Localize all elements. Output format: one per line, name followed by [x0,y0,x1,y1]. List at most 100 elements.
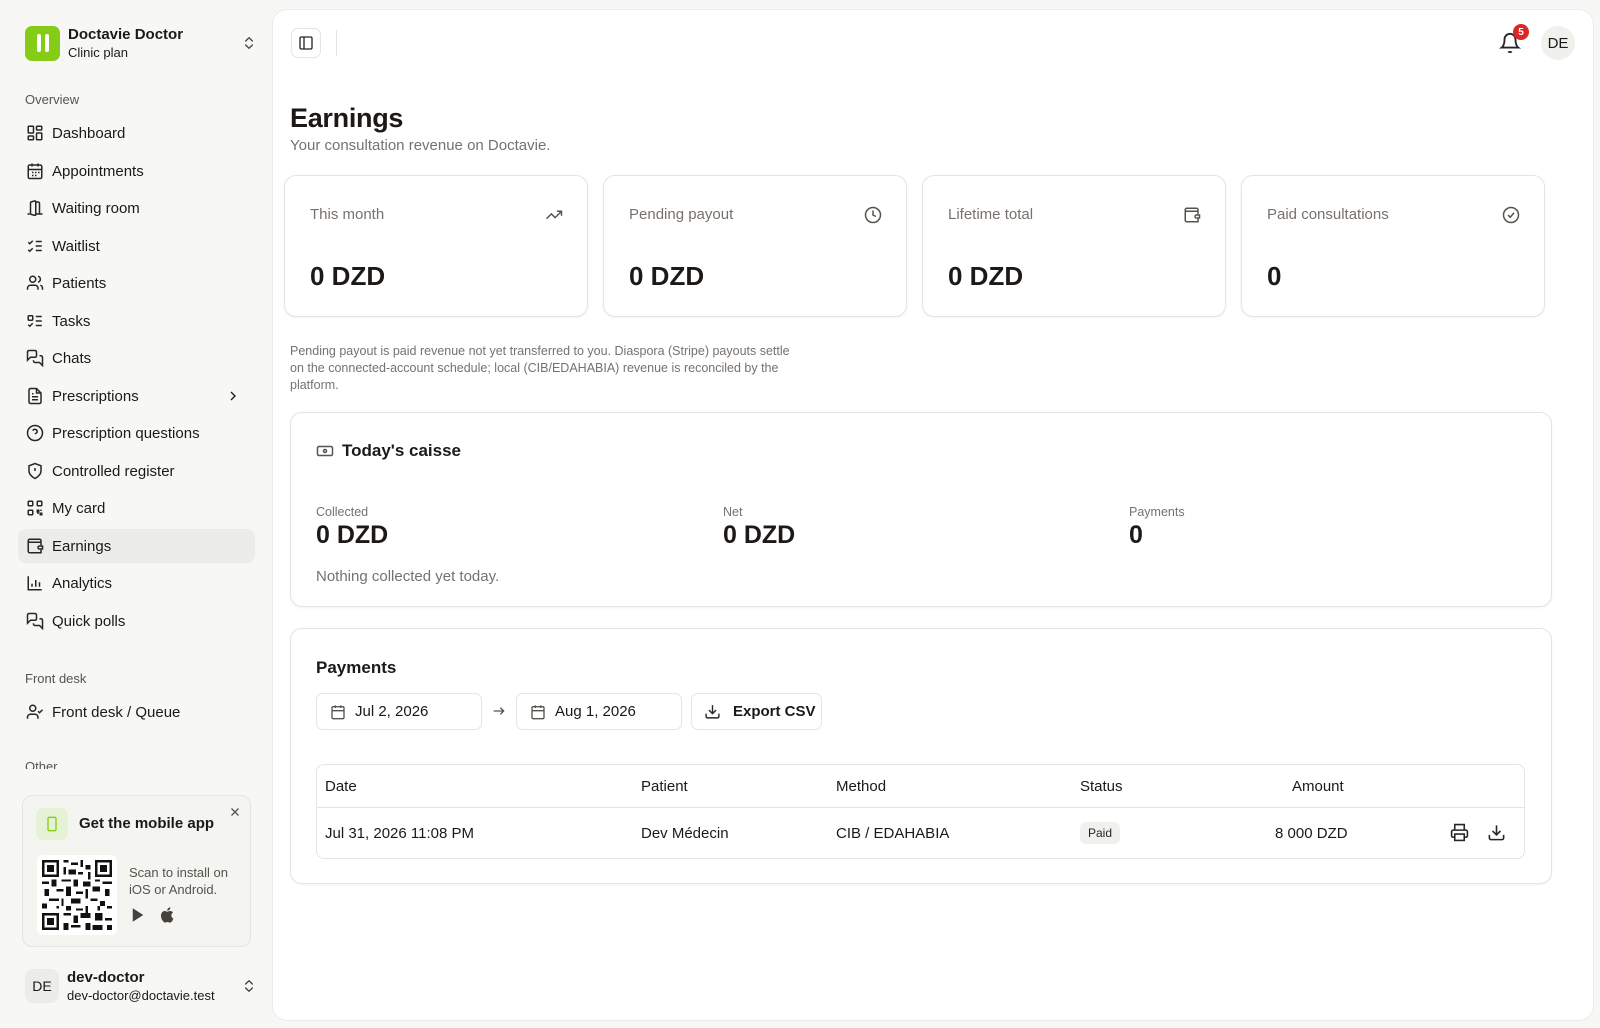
sidebar-toggle-button[interactable] [291,28,321,58]
column-header-date[interactable]: Date [325,765,357,807]
sidebar-item-label: Prescription questions [52,424,200,442]
sidebar-item-analytics[interactable]: Analytics [18,566,255,600]
sidebar-item-tasks[interactable]: Tasks [18,304,255,338]
sidebar-item-front-desk-queue[interactable]: Front desk / Queue [18,695,255,729]
org-name: Doctavie Doctor [68,25,184,43]
payments-title: Payments [316,658,397,677]
sidebar-item-controlled-register[interactable]: Controlled register [18,454,255,488]
stat-card-pending-payout: Pending payout 0 DZD [603,175,907,317]
payments-table: Date Patient Method Status Amount Jul 31… [316,764,1525,859]
sidebar-item-dashboard[interactable]: Dashboard [18,116,255,150]
sidebar-item-waiting-room[interactable]: Waiting room [18,191,255,225]
nav-group-front-desk: Front desk [25,671,87,686]
metric-label: Net [723,505,743,519]
sidebar-item-label: Chats [52,349,92,367]
trending-up-icon [545,206,563,224]
nav-group-other: Other [25,760,58,769]
sidebar-item-prescriptions[interactable]: Prescriptions [18,379,255,413]
sidebar-item-my-card[interactable]: My card [18,491,255,525]
stat-value: 0 DZD [948,261,1024,291]
banknote-icon [316,442,334,460]
sidebar-item-label: My card [52,499,106,517]
mobile-app-card: Get the mobile app Scan to install on iO… [22,795,251,947]
column-header-status[interactable]: Status [1080,765,1123,807]
download-icon [704,703,721,720]
messages-icon [26,349,44,367]
calendar-icon [330,704,346,720]
stat-value: 0 DZD [629,261,705,291]
stat-label: This month [310,206,385,223]
smartphone-icon [36,808,68,840]
stat-label: Pending payout [629,206,734,223]
chevrons-up-down-icon [241,978,257,994]
metric-label: Collected [316,505,369,519]
door-icon [26,199,44,217]
avatar[interactable]: DE [1541,26,1575,60]
metric-value: 0 [1129,521,1143,549]
payment-date: Jul 31, 2026 11:08 PM [325,824,474,842]
sidebar-item-label: Dashboard [52,124,126,142]
date-from-value: Jul 2, 2026 [355,703,429,720]
sidebar-item-quick-polls[interactable]: Quick polls [18,604,255,638]
org-logo [25,25,60,61]
user-menu[interactable]: DE dev-doctor dev-doctor@doctavie.test [25,966,257,1006]
printer-icon[interactable] [1450,823,1469,842]
sidebar-item-label: Appointments [52,162,144,180]
metric-net: Net 0 DZD [723,505,795,550]
notification-badge: 5 [1513,24,1529,40]
stat-value: 0 DZD [310,261,386,291]
chevrons-up-down-icon [241,35,257,51]
sidebar-item-label: Controlled register [52,462,175,480]
stat-card-paid-consultations: Paid consultations 0 [1241,175,1545,317]
sidebar-item-appointments[interactable]: Appointments [18,154,255,188]
chevron-right-icon [225,388,241,404]
panel-left-icon [298,35,314,51]
export-csv-button[interactable]: Export CSV [691,693,822,730]
apple-icon[interactable] [159,906,177,924]
page-title: Earnings [290,103,404,133]
caisse-empty-text: Nothing collected yet today. [316,568,500,585]
sidebar-item-earnings[interactable]: Earnings [18,529,255,563]
sidebar-item-prescription-questions[interactable]: Prescription questions [18,416,255,450]
column-header-amount[interactable]: Amount [1292,765,1344,807]
dashboard-icon [26,124,44,142]
google-play-icon[interactable] [129,906,147,924]
stat-label: Lifetime total [948,206,1034,223]
download-icon[interactable] [1487,823,1506,842]
shield-alert-icon [26,462,44,480]
stat-card-lifetime-total: Lifetime total 0 DZD [922,175,1226,317]
topbar-divider [336,30,337,56]
payment-status-cell: Paid [1080,808,1121,858]
clock-icon [864,206,882,224]
column-header-method[interactable]: Method [836,765,886,807]
close-icon[interactable] [228,805,242,819]
org-switcher[interactable]: Doctavie Doctor Clinic plan [25,25,257,61]
sidebar-item-waitlist[interactable]: Waitlist [18,229,255,263]
org-plan: Clinic plan [68,44,128,60]
date-from-picker[interactable]: Jul 2, 2026 [316,693,482,730]
mobile-app-title: Get the mobile app [79,815,215,832]
column-header-patient[interactable]: Patient [641,765,688,807]
sidebar-item-label: Patients [52,274,107,292]
stat-card-this-month: This month 0 DZD [284,175,588,317]
user-email: dev-doctor@doctavie.test [67,987,215,1003]
date-to-value: Aug 1, 2026 [555,703,636,720]
table-header: Date Patient Method Status Amount [317,765,1524,808]
table-row: Jul 31, 2026 11:08 PM Dev Médecin CIB / … [317,808,1524,858]
wallet-icon [1183,206,1201,224]
sidebar-item-chats[interactable]: Chats [18,341,255,375]
status-badge: Paid [1080,822,1121,844]
caisse-title: Today's caisse [342,441,462,460]
help-circle-icon [26,424,44,442]
list-checks-icon [26,237,44,255]
date-to-picker[interactable]: Aug 1, 2026 [516,693,682,730]
file-text-icon [26,387,44,405]
sidebar-item-label: Front desk / Queue [52,703,181,721]
qr-code-image [37,855,117,935]
sidebar-item-patients[interactable]: Patients [18,266,255,300]
sidebar-item-label: Waitlist [52,237,100,255]
list-todo-icon [26,312,44,330]
payout-note: Pending payout is paid revenue not yet t… [290,344,790,392]
payment-amount: 8 000 DZD [1275,824,1348,842]
todays-caisse-panel: Today's caisse Collected 0 DZD Net 0 DZD… [290,412,1552,607]
